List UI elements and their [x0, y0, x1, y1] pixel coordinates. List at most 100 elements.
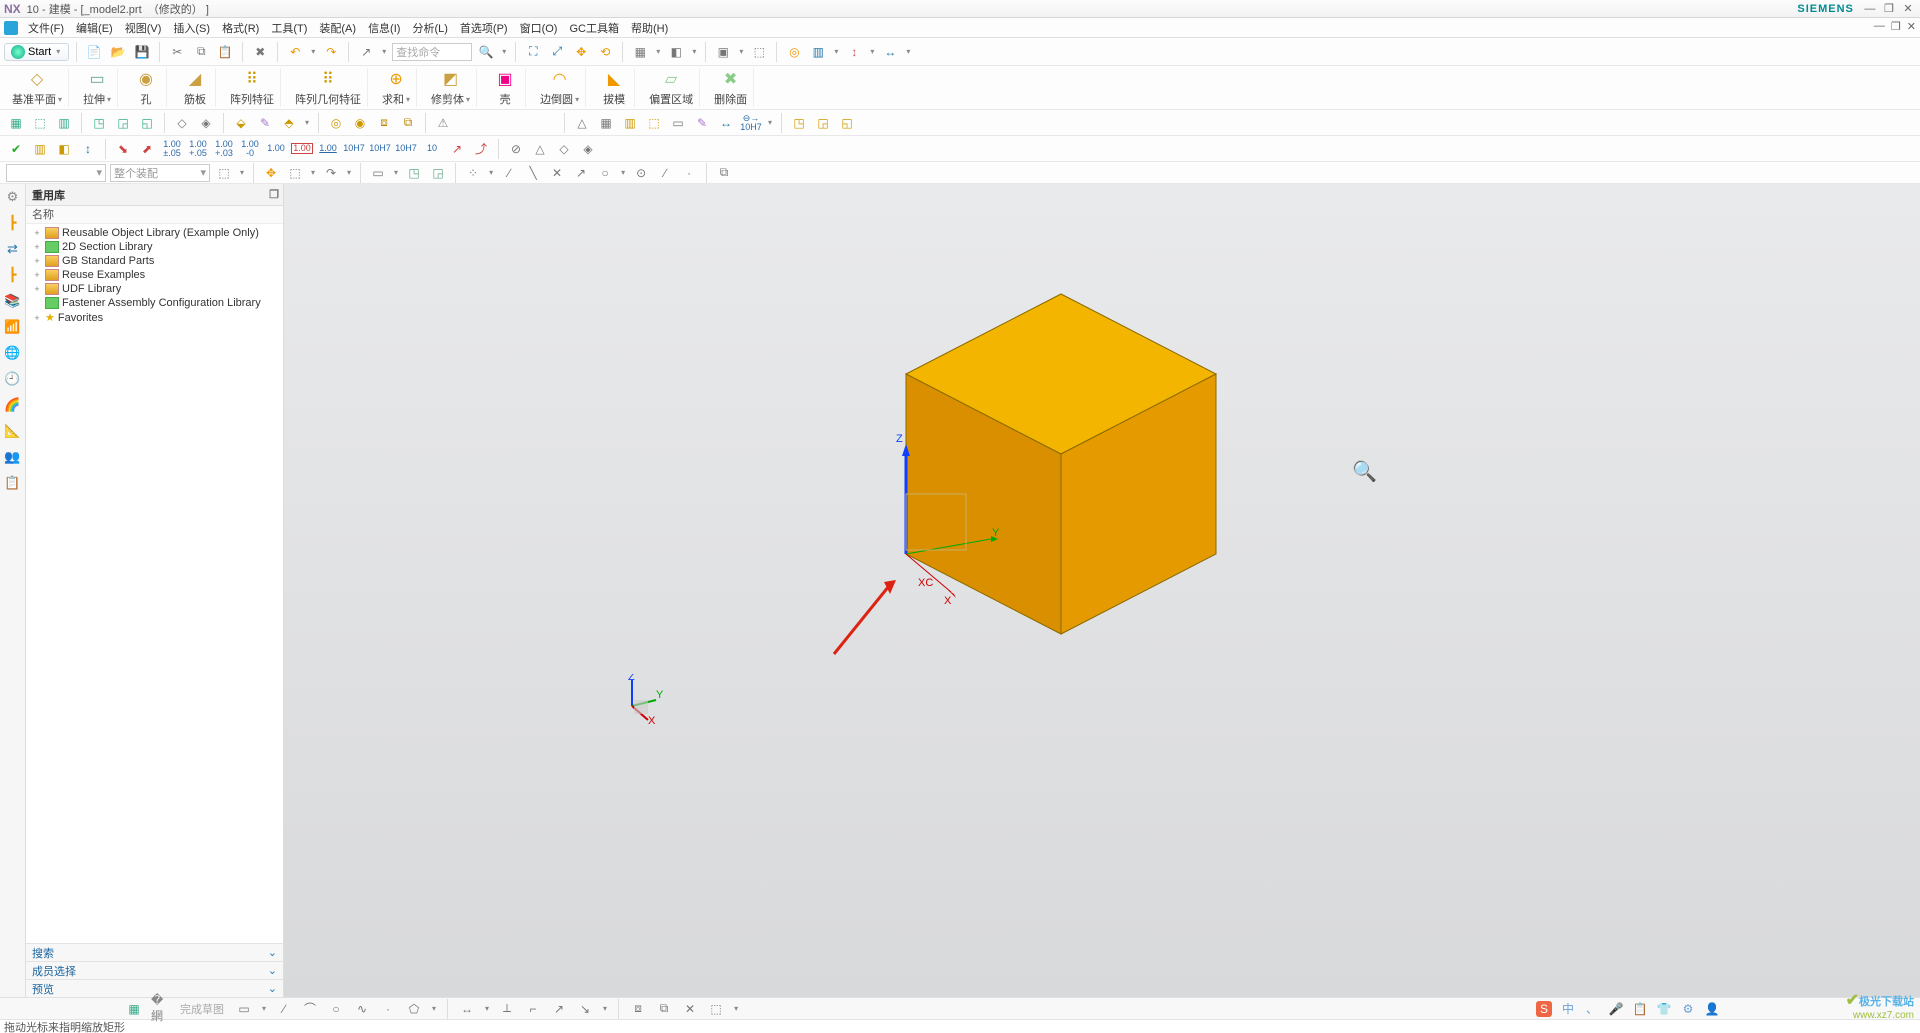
sk7-icon[interactable]: · — [378, 999, 398, 1019]
sk17-icon[interactable]: ⬚ — [706, 999, 726, 1019]
asm16-icon[interactable]: ⚠ — [433, 113, 453, 133]
pan-icon[interactable]: ✥ — [571, 42, 591, 62]
wcs-icon[interactable]: ↗ — [356, 42, 376, 62]
misc2-icon[interactable]: ▥ — [808, 42, 828, 62]
sel9-icon[interactable]: ∕ — [499, 163, 519, 183]
tree-item[interactable]: +GB Standard Parts — [30, 254, 279, 268]
command-search[interactable]: 查找命令 — [392, 43, 472, 61]
asm8-icon[interactable]: ◈ — [196, 113, 216, 133]
sk4-icon[interactable]: ⌒ — [300, 999, 320, 1019]
rb-shell[interactable]: ▣壳 — [485, 68, 526, 107]
selection-combo-1[interactable]: ▾ — [6, 164, 106, 182]
dm2-icon[interactable]: ◧ — [54, 139, 74, 159]
roles-icon[interactable]: 👥 — [4, 448, 22, 466]
dim-2[interactable]: 1.00+.05 — [187, 140, 209, 158]
fit-icon[interactable]: ⛶ — [523, 42, 543, 62]
misc3-icon[interactable]: ↕ — [844, 42, 864, 62]
sel1-icon[interactable]: ⬚ — [214, 163, 234, 183]
tree-item[interactable]: Fastener Assembly Configuration Library — [30, 296, 279, 310]
section-member[interactable]: 成员选择⌄ — [26, 961, 283, 979]
menu-info[interactable]: 信息(I) — [364, 20, 404, 36]
ime-logo-icon[interactable]: S — [1536, 1001, 1552, 1017]
asm10-icon[interactable]: ✎ — [255, 113, 275, 133]
sel13-icon[interactable]: ○ — [595, 163, 615, 183]
dm4-icon[interactable]: ⬊ — [113, 139, 133, 159]
selection-combo-2[interactable]: 整个装配▾ — [110, 164, 210, 182]
sk1-icon[interactable]: ▦ — [124, 999, 144, 1019]
dm1-icon[interactable]: ▥ — [30, 139, 50, 159]
menu-insert[interactable]: 插入(S) — [169, 20, 214, 36]
d7-icon[interactable]: ↔ — [716, 113, 736, 133]
d6-icon[interactable]: ✎ — [692, 113, 712, 133]
dm10-icon[interactable]: ◇ — [554, 139, 574, 159]
rb-extrude[interactable]: ▭拉伸▾ — [77, 68, 118, 107]
asm13-icon[interactable]: ◉ — [350, 113, 370, 133]
model-cube[interactable]: Z Y X XC — [896, 284, 1236, 644]
dm8-icon[interactable]: ⊘ — [506, 139, 526, 159]
menu-edit[interactable]: 编辑(E) — [72, 20, 117, 36]
dim-6[interactable]: 1.00 — [291, 143, 313, 154]
cut-icon[interactable]: ✂ — [167, 42, 187, 62]
navigator-asm-icon[interactable]: ⇄ — [4, 240, 22, 258]
dm3-icon[interactable]: ↕ — [78, 139, 98, 159]
browser-icon[interactable]: 🌐 — [4, 344, 22, 362]
sk14-icon[interactable]: ⧈ — [628, 999, 648, 1019]
redo-icon[interactable]: ↷ — [321, 42, 341, 62]
d4-icon[interactable]: ⬚ — [644, 113, 664, 133]
ime-keyboard-icon[interactable]: 📋 — [1632, 1001, 1648, 1017]
sk12-icon[interactable]: ↗ — [549, 999, 569, 1019]
save-icon[interactable]: 💾 — [132, 42, 152, 62]
sel8-icon[interactable]: ⁘ — [463, 163, 483, 183]
d1-icon[interactable]: △ — [572, 113, 592, 133]
menu-view[interactable]: 视图(V) — [121, 20, 166, 36]
sel10-icon[interactable]: ╲ — [523, 163, 543, 183]
dm5-icon[interactable]: ⬈ — [137, 139, 157, 159]
maximize-button[interactable]: ❐ — [1881, 2, 1897, 15]
dm6-icon[interactable]: ↗ — [447, 139, 467, 159]
hd3d-icon[interactable]: 📶 — [4, 318, 22, 336]
menu-gctool[interactable]: GC工具箱 — [565, 20, 623, 36]
clipboard-icon[interactable]: 📋 — [4, 474, 22, 492]
ime-tool-icon[interactable]: ⚙ — [1680, 1001, 1696, 1017]
tree-item[interactable]: +★Favorites — [30, 310, 279, 325]
sel14-icon[interactable]: ⊙ — [631, 163, 651, 183]
asm9-icon[interactable]: ⬙ — [231, 113, 251, 133]
asm12-icon[interactable]: ◎ — [326, 113, 346, 133]
layer-icon[interactable]: ⬚ — [749, 42, 769, 62]
sel17-icon[interactable]: ⧉ — [714, 163, 734, 183]
sel11-icon[interactable]: ✕ — [547, 163, 567, 183]
rb-trim[interactable]: ◩修剪体▾ — [425, 68, 477, 107]
sk5-icon[interactable]: ○ — [326, 999, 346, 1019]
dim-7[interactable]: 1.00 — [317, 144, 339, 153]
sk-finish-icon[interactable]: �網 — [150, 999, 170, 1019]
dim-5[interactable]: 1.00 — [265, 144, 287, 153]
sk3-icon[interactable]: ∕ — [274, 999, 294, 1019]
history-icon[interactable]: 🕘 — [4, 370, 22, 388]
sel5-icon[interactable]: ▭ — [368, 163, 388, 183]
chk-icon[interactable]: ✔ — [6, 139, 26, 159]
child-close-button[interactable]: ✕ — [1907, 20, 1916, 33]
rotate-icon[interactable]: ⟲ — [595, 42, 615, 62]
tree-item[interactable]: +Reusable Object Library (Example Only) — [30, 226, 279, 240]
sk15-icon[interactable]: ⧉ — [654, 999, 674, 1019]
menu-tools[interactable]: 工具(T) — [267, 20, 311, 36]
tree-item[interactable]: +Reuse Examples — [30, 268, 279, 282]
dim-4[interactable]: 1.00-0 — [239, 140, 261, 158]
sk9-icon[interactable]: ↔ — [457, 999, 477, 1019]
sel16-icon[interactable]: · — [679, 163, 699, 183]
panel-popout-icon[interactable]: ❐ — [269, 188, 279, 201]
tree-item[interactable]: +UDF Library — [30, 282, 279, 296]
asm11-icon[interactable]: ⬘ — [279, 113, 299, 133]
start-button[interactable]: Start ▾ — [4, 43, 69, 61]
d8-icon[interactable]: ◳ — [789, 113, 809, 133]
open-icon[interactable]: 📂 — [108, 42, 128, 62]
library-tree[interactable]: +Reusable Object Library (Example Only) … — [26, 224, 283, 943]
gear-icon[interactable]: ⚙ — [4, 188, 22, 206]
sel15-icon[interactable]: ∕ — [655, 163, 675, 183]
sel2-icon[interactable]: ✥ — [261, 163, 281, 183]
ime-skin-icon[interactable]: 👕 — [1656, 1001, 1672, 1017]
undo-icon[interactable]: ↶ — [285, 42, 305, 62]
menu-assembly[interactable]: 装配(A) — [315, 20, 360, 36]
asm5-icon[interactable]: ◲ — [113, 113, 133, 133]
rb-delete-face[interactable]: ✖删除面 — [708, 68, 754, 107]
